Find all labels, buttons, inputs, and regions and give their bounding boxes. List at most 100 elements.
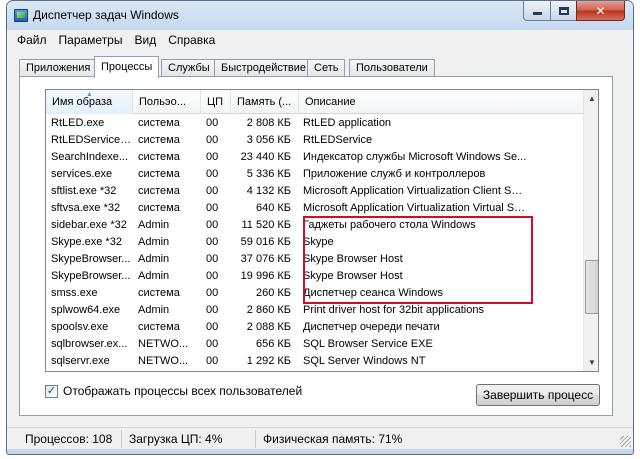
column-user[interactable]: Польэо... <box>133 90 201 114</box>
process-name: SkypeBrowser... <box>51 270 131 282</box>
window-title: Диспетчер задач Windows <box>33 8 179 22</box>
process-cpu: 00 <box>206 253 219 265</box>
table-row[interactable]: spoolsv.exe система 00 2 088 КБ Диспетчер оч… <box>46 319 583 336</box>
process-user: NETWO... <box>138 338 189 350</box>
process-memory: 59 016 КБ <box>240 236 291 248</box>
process-description: Диспетчер очереди печати <box>303 321 440 333</box>
process-memory: 19 996 КБ <box>240 270 291 282</box>
panel-footer: ✓ Отображать процессы всех пользователей… <box>45 381 600 411</box>
process-user: система <box>138 151 180 163</box>
process-name: sftlist.exe *32 <box>51 185 117 197</box>
process-memory: 640 КБ <box>255 202 291 214</box>
process-description: SQL Browser Service EXE <box>303 338 433 350</box>
end-process-button[interactable]: Завершить процесс <box>476 384 600 406</box>
close-icon: ✕ <box>595 3 606 18</box>
close-button[interactable]: ✕ <box>576 1 625 21</box>
process-cpu: 00 <box>206 134 219 146</box>
scroll-up-icon[interactable]: ▲ <box>584 90 598 107</box>
tab-processes[interactable]: Процессы <box>94 56 160 78</box>
process-user: Admin <box>138 253 170 265</box>
title-bar[interactable]: Диспетчер задач Windows ✕ <box>7 1 633 30</box>
process-description: RtLED application <box>303 117 392 129</box>
maximize-button[interactable] <box>550 1 577 21</box>
sort-arrow-icon: ▲ <box>86 91 93 98</box>
show-all-users-checkbox[interactable]: ✓ <box>45 385 58 398</box>
menu-help[interactable]: Справка <box>162 33 221 47</box>
process-description: RtLEDService <box>303 134 373 146</box>
status-memory-usage: Физическая память: 71% <box>263 432 403 446</box>
process-cpu: 00 <box>206 270 219 282</box>
menu-file[interactable]: Файл <box>11 33 53 47</box>
process-memory: 3 056 КБ <box>246 134 291 146</box>
tab-network[interactable]: Сеть <box>307 59 346 77</box>
process-cpu: 00 <box>206 168 219 180</box>
column-memory[interactable]: Память (... <box>231 90 299 114</box>
scroll-down-icon[interactable]: ▼ <box>584 354 598 371</box>
table-row[interactable]: SearchIndexe... система 00 23 440 КБ Индекса… <box>46 149 583 166</box>
process-user: NETWO... <box>138 355 189 367</box>
process-name: sqlservr.exe <box>51 355 110 367</box>
process-memory: 11 520 КБ <box>241 219 291 231</box>
column-image-name[interactable]: ▲ Имя образа <box>46 90 133 114</box>
table-row[interactable]: sftlist.exe *32 система 00 4 132 КБ Microsof… <box>46 183 583 200</box>
process-description: Индексатор службы Microsoft Windows Se..… <box>303 151 527 163</box>
process-name: sqlbrowser.ex... <box>51 338 128 350</box>
table-row[interactable]: sqlbrowser.ex... NETWO... 00 656 КБ SQL Brow… <box>46 336 583 353</box>
menu-options[interactable]: Параметры <box>53 33 129 47</box>
process-memory: 4 132 КБ <box>246 185 291 197</box>
minimize-button[interactable] <box>523 1 551 21</box>
scroll-thumb[interactable] <box>585 260 598 314</box>
table-row[interactable]: sqlservr.exe NETWO... 00 1 292 КБ SQL Server… <box>46 353 583 370</box>
list-header: ▲ Имя образа Польэо... ЦП Память (... Оп… <box>46 90 583 114</box>
process-cpu: 00 <box>206 219 219 231</box>
minimize-icon <box>532 12 542 15</box>
tab-performance[interactable]: Быстродействие <box>214 59 313 77</box>
process-description: Приложение служб и контроллеров <box>303 168 486 180</box>
process-user: Admin <box>138 270 170 282</box>
process-cpu: 00 <box>206 287 219 299</box>
process-cpu: 00 <box>206 338 219 350</box>
process-cpu: 00 <box>206 304 219 316</box>
vertical-scrollbar[interactable]: ▲ ▼ <box>583 90 598 371</box>
table-row[interactable]: sftvsa.exe *32 система 00 640 КБ Microsoft A… <box>46 200 583 217</box>
table-row[interactable]: RtLEDService.... система 00 3 056 КБ RtLEDSe… <box>46 132 583 149</box>
status-separator <box>255 430 256 448</box>
table-row[interactable]: RtLED.exe система 00 2 808 КБ RtLED applicat… <box>46 115 583 132</box>
table-row[interactable]: splwow64.exe Admin 00 2 860 КБ Print driver … <box>46 302 583 319</box>
table-row[interactable]: services.exe система 00 5 336 КБ Приложение … <box>46 166 583 183</box>
column-description[interactable]: Описание <box>299 90 583 114</box>
process-name: sidebar.exe *32 <box>51 219 127 231</box>
process-memory: 656 КБ <box>255 338 291 350</box>
tab-users[interactable]: Пользователи <box>349 59 435 77</box>
status-cpu-usage: Загрузка ЦП: 4% <box>129 432 223 446</box>
process-description: SQL Server Windows NT <box>303 355 426 367</box>
process-description: Microsoft Application Virtualization Cli… <box>303 185 528 197</box>
column-cpu[interactable]: ЦП <box>201 90 231 114</box>
process-memory: 1 292 КБ <box>246 355 291 367</box>
process-user: система <box>138 185 180 197</box>
process-cpu: 00 <box>206 117 219 129</box>
process-name: spoolsv.exe <box>51 321 109 333</box>
process-user: система <box>138 168 180 180</box>
process-description: Microsoft Application Virtualization Vir… <box>303 202 528 214</box>
process-user: Admin <box>138 236 170 248</box>
tab-applications[interactable]: Приложения <box>19 59 98 77</box>
show-all-users-label[interactable]: Отображать процессы всех пользователей <box>63 384 302 398</box>
process-user: система <box>138 117 180 129</box>
process-name: RtLEDService.... <box>51 134 132 146</box>
process-memory: 2 860 КБ <box>246 304 291 316</box>
resize-grip-icon[interactable] <box>620 436 631 447</box>
process-user: Admin <box>138 304 170 316</box>
task-manager-window: Диспетчер задач Windows ✕ Файл Параметры… <box>6 0 634 455</box>
process-memory: 23 440 КБ <box>240 151 291 163</box>
process-memory: 5 336 КБ <box>246 168 291 180</box>
status-process-count: Процессов: 108 <box>25 432 113 446</box>
process-name: Skype.exe *32 <box>51 236 122 248</box>
maximize-icon <box>558 6 569 15</box>
process-user: Admin <box>138 219 170 231</box>
highlight-box <box>303 216 533 304</box>
tab-services[interactable]: Службы <box>161 59 217 77</box>
menu-view[interactable]: Вид <box>128 33 162 47</box>
process-memory: 260 КБ <box>255 287 291 299</box>
process-name: sftvsa.exe *32 <box>51 202 121 214</box>
